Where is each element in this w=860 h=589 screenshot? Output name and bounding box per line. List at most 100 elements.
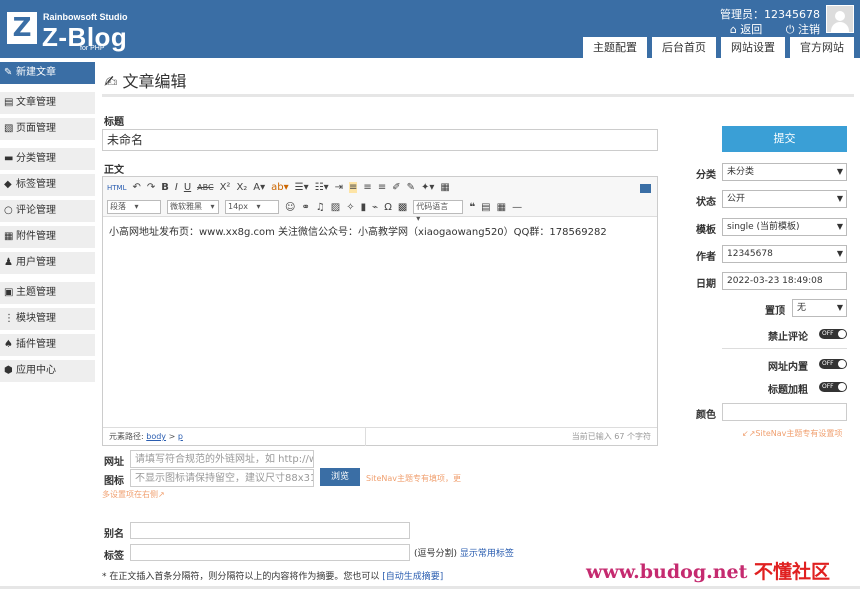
back-link[interactable]: ⌂ 返回 bbox=[720, 23, 762, 36]
font-size-select[interactable]: 14px ▾ bbox=[225, 200, 279, 214]
sidebar-item-categories[interactable]: ▬ 分类管理 bbox=[0, 148, 95, 170]
submit-button[interactable]: 提交 bbox=[722, 126, 847, 152]
quote-icon[interactable]: ❝ bbox=[469, 202, 475, 213]
url-input[interactable]: 请填写符合规范的外链网址，如 http://ww bbox=[130, 450, 314, 468]
insert-icon[interactable]: ✧ bbox=[346, 202, 354, 213]
sidebar-item-tags[interactable]: ◆ 标签管理 bbox=[0, 174, 95, 196]
strikethrough-icon[interactable]: ABC bbox=[197, 183, 213, 192]
attachment-clip-icon[interactable]: ⌁ bbox=[372, 202, 378, 213]
editor-content[interactable]: 小高网地址发布页：www.xx8g.com 关注微信公众号：小高教学网（xiao… bbox=[103, 217, 657, 244]
italic-icon[interactable]: I bbox=[175, 182, 178, 193]
sidebar-item-attachments[interactable]: ▦ 附件管理 bbox=[0, 226, 95, 248]
highlight-icon[interactable]: ab▾ bbox=[271, 182, 289, 193]
sidebar-item-plugins[interactable]: ♠ 插件管理 bbox=[0, 334, 95, 356]
icon-input[interactable]: 不显示图标请保持留空，建议尺寸88x31像 bbox=[130, 469, 314, 487]
toolbar-row-2: 段落 ▾ 微软雅黑 ▾ 14px ▾ ☺ ⚭ ♫ ▨ ✧ ▮ ⌁ Ω ▩ 代码语… bbox=[107, 200, 528, 223]
category-select[interactable]: 未分类 ▼ bbox=[722, 163, 847, 181]
unordered-list-icon[interactable]: ☷▾ bbox=[315, 182, 329, 193]
subscript-icon[interactable]: X₂ bbox=[236, 182, 247, 193]
sidebar-item-users[interactable]: ♟ 用户管理 bbox=[0, 252, 95, 274]
ordered-list-icon[interactable]: ☰▾ bbox=[295, 182, 309, 193]
clear-format-icon[interactable]: ▦ bbox=[440, 182, 449, 193]
title-bold-label: 标题加粗 bbox=[768, 385, 808, 396]
sidebar: ✎ 新建文章 ▤ 文章管理 ▧ 页面管理 ▬ 分类管理 ◆ 标签管理 ○ 评论管理 ▦ 附件管… bbox=[0, 62, 95, 386]
title-bold-toggle[interactable]: OFF bbox=[819, 382, 847, 392]
browse-button[interactable]: 浏览 bbox=[320, 468, 360, 486]
paragraph-select[interactable]: 段落 ▾ bbox=[107, 200, 161, 214]
underline-icon[interactable]: U bbox=[184, 182, 191, 193]
avatar[interactable] bbox=[826, 5, 854, 33]
app-center-icon: ⬢ bbox=[4, 365, 13, 376]
sidebar-item-new-article[interactable]: ✎ 新建文章 bbox=[0, 62, 95, 84]
alias-input[interactable] bbox=[130, 522, 410, 539]
url-builtin-toggle[interactable]: OFF bbox=[819, 359, 847, 369]
map-icon[interactable]: ▩ bbox=[398, 202, 407, 213]
align-left-icon[interactable]: ≡ bbox=[349, 182, 358, 193]
show-common-tags-link[interactable]: 显示常用标签 bbox=[460, 549, 514, 559]
sticky-select[interactable]: 无 ▼ bbox=[792, 299, 847, 317]
font-select[interactable]: 微软雅黑 ▾ bbox=[167, 200, 219, 214]
align-right-icon[interactable]: ≡ bbox=[378, 182, 386, 193]
eraser-icon[interactable]: ✐ bbox=[392, 182, 400, 193]
fullscreen-icon[interactable] bbox=[640, 184, 651, 193]
indent-icon[interactable]: ⇥ bbox=[335, 182, 343, 193]
image-icon[interactable]: ▨ bbox=[331, 202, 340, 213]
top-tabs: 主题配置 后台首页 网站设置 官方网站 bbox=[578, 37, 854, 58]
color-input[interactable] bbox=[722, 403, 847, 421]
file-icon[interactable]: ▮ bbox=[361, 202, 367, 213]
zblog-logo-icon[interactable]: Z bbox=[7, 12, 37, 44]
logout-link[interactable]: ⏻ 注销 bbox=[776, 23, 820, 36]
font-color-icon[interactable]: A▾ bbox=[253, 182, 265, 193]
editor-toolbar: HTML ↶ ↷ B I U ABC X² X₂ A▾ ab▾ ☰▾ ☷▾ ⇥ … bbox=[103, 177, 657, 223]
tag-input[interactable] bbox=[130, 544, 410, 561]
title-input[interactable]: 未命名 bbox=[102, 129, 658, 151]
sidebar-item-articles[interactable]: ▤ 文章管理 bbox=[0, 92, 95, 114]
color-label: 颜色 bbox=[696, 410, 716, 421]
tab-official-site[interactable]: 官方网站 bbox=[790, 37, 854, 58]
html-source-icon[interactable]: HTML bbox=[107, 184, 126, 192]
rich-text-editor: HTML ↶ ↷ B I U ABC X² X₂ A▾ ab▾ ☰▾ ☷▾ ⇥ … bbox=[102, 176, 658, 446]
template-select[interactable]: single (当前模板) ▼ bbox=[722, 218, 847, 236]
tag-label: 标签 bbox=[104, 551, 124, 562]
tab-admin-home[interactable]: 后台首页 bbox=[652, 37, 716, 58]
sidebar-item-comments[interactable]: ○ 评论管理 bbox=[0, 200, 95, 222]
user-links: ⌂ 返回 ⏻ 注销 bbox=[710, 21, 820, 37]
auto-format-icon[interactable]: ✦▾ bbox=[421, 182, 434, 193]
undo-icon[interactable]: ↶ bbox=[132, 182, 140, 193]
chevron-down-icon: ▼ bbox=[836, 167, 843, 176]
logo-studio-text: Rainbowsoft Studio bbox=[43, 12, 128, 22]
author-select[interactable]: 12345678 ▼ bbox=[722, 245, 847, 263]
bold-icon[interactable]: B bbox=[161, 182, 169, 193]
link-icon[interactable]: ⚭ bbox=[301, 202, 309, 213]
sidebar-item-pages[interactable]: ▧ 页面管理 bbox=[0, 118, 95, 140]
music-icon[interactable]: ♫ bbox=[316, 202, 325, 213]
url-label: 网址 bbox=[104, 457, 124, 468]
sidebar-item-modules[interactable]: ⋮ 模块管理 bbox=[0, 308, 95, 330]
table-icon[interactable]: ▦ bbox=[497, 202, 506, 213]
title-label: 标题 bbox=[104, 117, 124, 128]
redo-icon[interactable]: ↷ bbox=[147, 182, 155, 193]
align-center-icon[interactable]: ≡ bbox=[363, 182, 371, 193]
tab-site-settings[interactable]: 网站设置 bbox=[721, 37, 785, 58]
path-p-link[interactable]: p bbox=[178, 432, 183, 441]
code-language-select[interactable]: 代码语言 ▾ bbox=[413, 200, 464, 223]
format-brush-icon[interactable]: ✎ bbox=[407, 182, 415, 193]
sidebar-item-themes[interactable]: ▣ 主题管理 bbox=[0, 282, 95, 304]
date-input[interactable]: 2022-03-23 18:49:08 bbox=[722, 272, 847, 290]
body-label: 正文 bbox=[104, 165, 124, 176]
tag-icon: ◆ bbox=[4, 179, 12, 190]
special-char-icon[interactable]: Ω bbox=[384, 202, 392, 213]
tab-theme-config[interactable]: 主题配置 bbox=[583, 37, 647, 58]
auto-summary-link[interactable]: [自动生成摘要] bbox=[382, 572, 443, 582]
horizontal-rule-icon[interactable]: — bbox=[512, 202, 522, 213]
watermark: www.budog.net 不懂社区 bbox=[586, 561, 831, 583]
disable-comments-toggle[interactable]: OFF bbox=[819, 329, 847, 339]
superscript-icon[interactable]: X² bbox=[220, 182, 231, 193]
path-body-link[interactable]: body bbox=[146, 432, 166, 441]
edit-article-icon: ✍ bbox=[104, 72, 118, 91]
emoji-icon[interactable]: ☺ bbox=[285, 202, 295, 213]
page-break-icon[interactable]: ▤ bbox=[481, 202, 490, 213]
sidebar-item-app-center[interactable]: ⬢ 应用中心 bbox=[0, 360, 95, 382]
disable-comments-label: 禁止评论 bbox=[768, 332, 808, 343]
status-select[interactable]: 公开 ▼ bbox=[722, 190, 847, 208]
